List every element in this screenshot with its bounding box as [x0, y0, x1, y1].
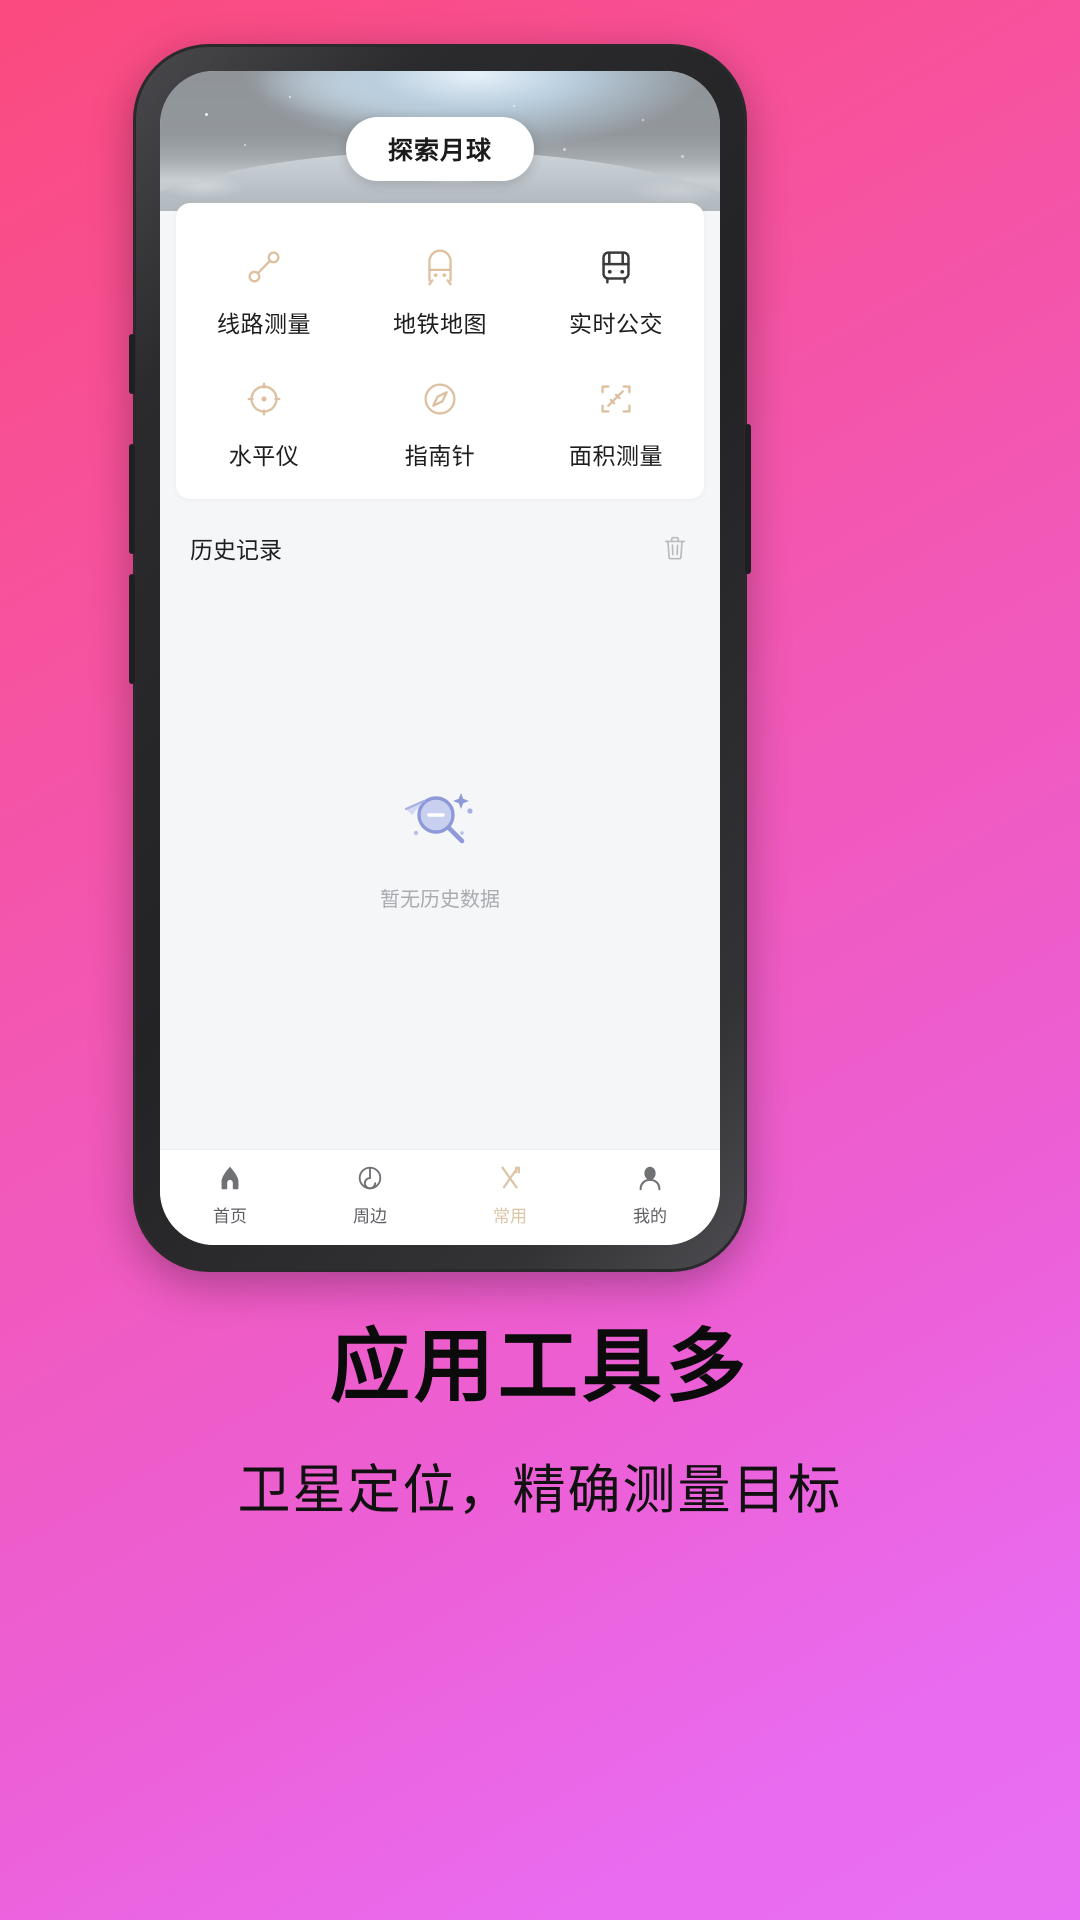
nav-item-home[interactable]: 首页 — [160, 1162, 300, 1227]
level-meter-icon — [236, 371, 292, 427]
tools-grid: 线路测量 地铁地图 实时公交 水平仪 指南针 面积测量 — [176, 229, 704, 475]
route-measure-icon — [236, 239, 292, 295]
mute-switch[interactable] — [129, 334, 135, 394]
nav-label: 我的 — [633, 1207, 667, 1226]
promo-subline: 卫星定位，精确测量目标 — [237, 1461, 843, 1521]
volume-up-button[interactable] — [129, 444, 135, 554]
nav-item-mine[interactable]: 我的 — [580, 1162, 720, 1227]
history-title: 历史记录 — [190, 537, 282, 563]
header-title-pill[interactable]: 探索月球 — [345, 117, 535, 181]
nav-item-nearby[interactable]: 周边 — [300, 1162, 440, 1227]
home-icon — [215, 1162, 245, 1194]
bottom-navigation-bar: 首页 周边 常用 我的 — [160, 1149, 720, 1245]
tool-label: 地铁地图 — [393, 311, 487, 337]
power-button[interactable] — [745, 424, 751, 574]
nav-label: 常用 — [493, 1207, 527, 1226]
nav-item-frequently-used[interactable]: 常用 — [440, 1162, 580, 1227]
trash-icon[interactable] — [660, 533, 690, 563]
hero-banner: 探索月球 — [160, 71, 720, 211]
tool-item-subway-map[interactable]: 地铁地图 — [352, 229, 528, 343]
nav-label: 周边 — [353, 1207, 387, 1226]
promo-block: 应用工具多 卫星定位，精确测量目标 — [0, 1320, 1080, 1524]
subway-map-icon — [412, 239, 468, 295]
nav-label: 首页 — [213, 1207, 247, 1226]
tool-item-compass[interactable]: 指南针 — [352, 361, 528, 475]
history-section-header: 历史记录 — [160, 521, 720, 575]
tool-label: 面积测量 — [569, 443, 663, 469]
area-measure-icon — [588, 371, 644, 427]
tool-label: 线路测量 — [217, 311, 311, 337]
phone-frame: 探索月球 线路测量 地铁地图 实时公交 水平仪 指南针 面积测量 历史记录 暂无… — [129, 44, 751, 1272]
radar-icon — [355, 1162, 385, 1194]
tool-label: 水平仪 — [228, 443, 300, 469]
compass-icon — [412, 371, 468, 427]
tool-item-realtime-bus[interactable]: 实时公交 — [528, 229, 704, 343]
tool-item-area-measure[interactable]: 面积测量 — [528, 361, 704, 475]
magnifier-empty-icon — [392, 771, 488, 867]
empty-state-text: 暂无历史数据 — [380, 889, 500, 911]
tool-label: 实时公交 — [569, 311, 663, 337]
tools-icon — [495, 1162, 525, 1194]
realtime-bus-icon — [588, 239, 644, 295]
tool-label: 指南针 — [404, 443, 476, 469]
history-empty-state: 暂无历史数据 — [160, 771, 720, 912]
tool-item-level-meter[interactable]: 水平仪 — [176, 361, 352, 475]
person-icon — [635, 1162, 665, 1194]
page-title: 探索月球 — [387, 137, 493, 165]
volume-down-button[interactable] — [129, 574, 135, 684]
tool-item-route-measure[interactable]: 线路测量 — [176, 229, 352, 343]
phone-screen: 探索月球 线路测量 地铁地图 实时公交 水平仪 指南针 面积测量 历史记录 暂无… — [160, 71, 720, 1245]
tools-card: 线路测量 地铁地图 实时公交 水平仪 指南针 面积测量 — [176, 203, 704, 499]
promo-headline: 应用工具多 — [330, 1322, 750, 1411]
